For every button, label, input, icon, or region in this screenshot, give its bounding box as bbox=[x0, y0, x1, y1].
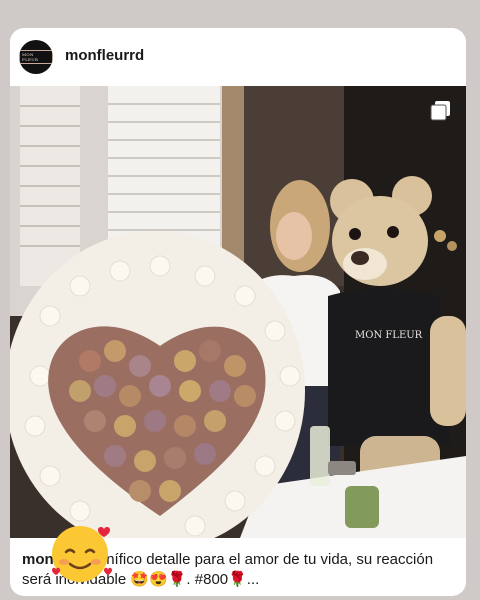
post-header: MON FLEUR monfleurrd bbox=[10, 28, 466, 86]
avatar[interactable]: MON FLEUR bbox=[19, 40, 53, 74]
photo-scene: MON FLEUR bbox=[10, 86, 466, 538]
bear-shirt-text: MON FLEUR bbox=[355, 330, 423, 341]
smiling-face-with-hearts-sticker bbox=[48, 518, 116, 586]
username[interactable]: monfleurrd bbox=[65, 47, 144, 64]
post-photo[interactable]: MON FLEUR bbox=[10, 86, 466, 538]
multi-photo-icon bbox=[430, 101, 450, 121]
post-card: MON FLEUR monfleurrd MON FLEUR monUn Mag… bbox=[10, 28, 466, 596]
avatar-logo-text: MON FLEUR bbox=[19, 50, 53, 64]
